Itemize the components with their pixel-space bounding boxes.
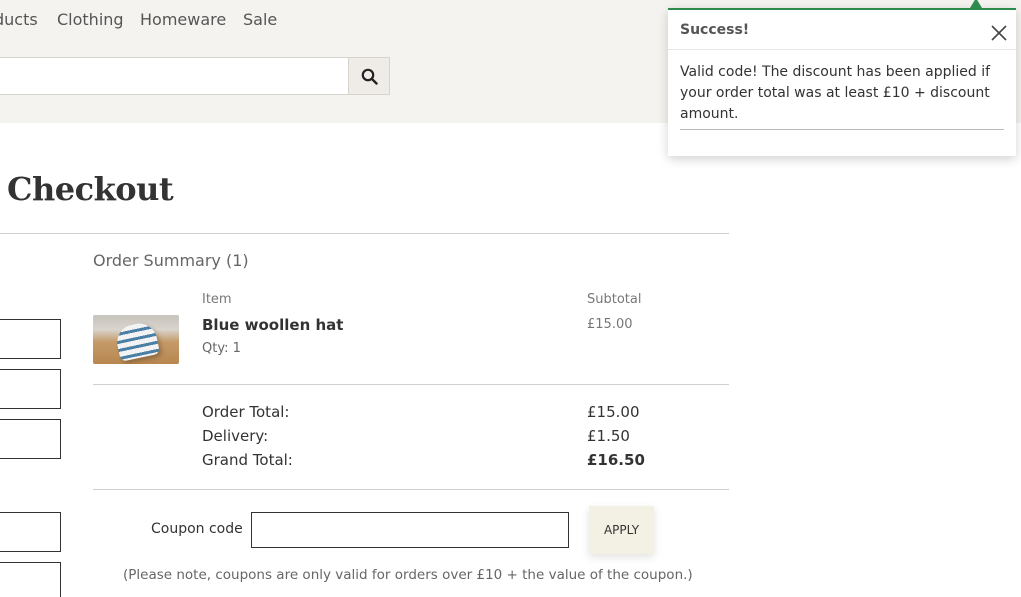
toast-pointer xyxy=(970,0,982,8)
grand-total-value: £16.50 xyxy=(587,451,645,469)
delivery-value: £1.50 xyxy=(587,427,630,445)
product-image xyxy=(93,315,179,364)
product-name: Blue woollen hat xyxy=(202,316,344,334)
checkout-form-field[interactable] xyxy=(0,512,61,552)
nav-item-homeware[interactable]: Homeware xyxy=(140,10,226,29)
checkout-form-field[interactable] xyxy=(0,319,61,359)
order-summary-heading: Order Summary (1) xyxy=(93,251,249,270)
column-header-subtotal: Subtotal xyxy=(587,292,642,307)
search-icon xyxy=(361,68,378,85)
divider xyxy=(93,489,729,490)
order-total-label: Order Total: xyxy=(202,403,290,421)
close-icon xyxy=(991,25,1007,41)
nav-item-clothing[interactable]: Clothing xyxy=(57,10,124,29)
product-subtotal: £15.00 xyxy=(587,317,633,332)
divider xyxy=(0,233,729,234)
page-title: Checkout xyxy=(7,170,174,208)
coupon-code-label: Coupon code xyxy=(151,521,243,537)
checkout-form-field[interactable] xyxy=(0,419,61,459)
checkout-form-field[interactable] xyxy=(0,369,61,409)
order-total-value: £15.00 xyxy=(587,403,640,421)
delivery-label: Delivery: xyxy=(202,427,269,445)
search-input[interactable] xyxy=(0,57,349,95)
toast-divider xyxy=(668,49,1016,50)
toast-message: Valid code! The discount has been applie… xyxy=(680,64,991,122)
coupon-note: (Please note, coupons are only valid for… xyxy=(123,567,693,583)
column-header-item: Item xyxy=(202,292,232,307)
success-toast: Success! Valid code! The discount has be… xyxy=(668,8,1016,156)
apply-coupon-button[interactable]: APPLY xyxy=(589,506,654,554)
grand-total-label: Grand Total: xyxy=(202,451,293,469)
nav-item-products[interactable]: ducts xyxy=(0,10,38,29)
nav-item-sale[interactable]: Sale xyxy=(243,10,277,29)
product-quantity: Qty: 1 xyxy=(202,341,241,356)
hat-illustration xyxy=(113,320,161,362)
divider xyxy=(93,384,729,385)
toast-progress-rule xyxy=(680,129,1004,130)
checkout-form-field[interactable] xyxy=(0,562,61,597)
search-button[interactable] xyxy=(348,57,390,95)
toast-close-button[interactable] xyxy=(990,24,1008,42)
coupon-code-input[interactable] xyxy=(251,512,569,548)
toast-title: Success! xyxy=(680,22,750,38)
